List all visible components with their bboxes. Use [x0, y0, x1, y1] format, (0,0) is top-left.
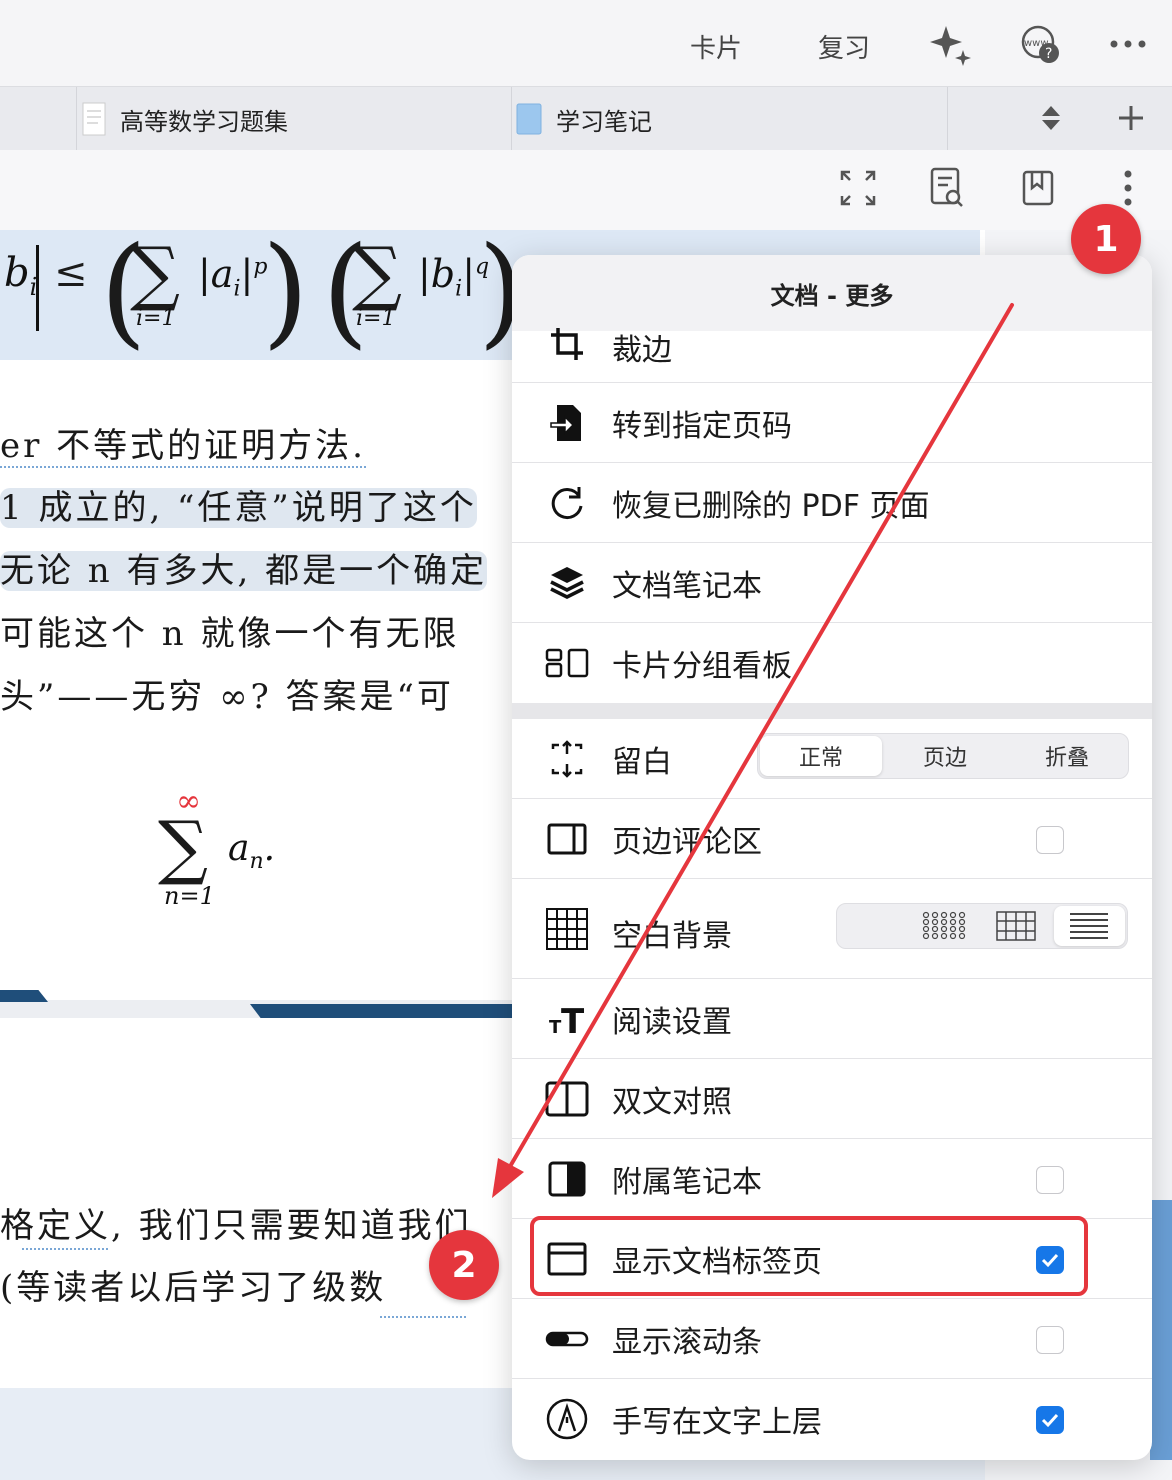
annotation-badge-2: 2 [429, 1230, 499, 1300]
annotation-badge-1: 1 [1071, 204, 1141, 274]
annotation-arrow [492, 303, 1014, 1198]
